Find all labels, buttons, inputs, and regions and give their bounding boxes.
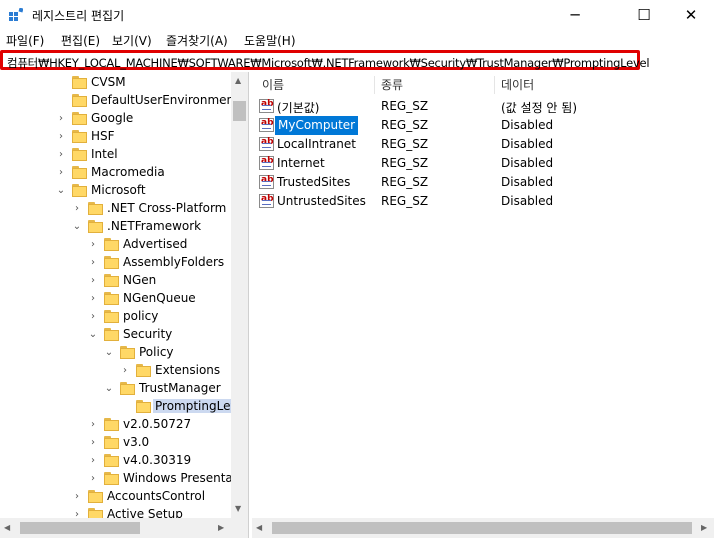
chevron-right-icon[interactable]: › (88, 236, 98, 254)
chevron-right-icon[interactable]: › (88, 308, 98, 326)
scroll-left-icon[interactable]: ◀ (256, 523, 262, 532)
folder-icon (72, 148, 87, 161)
scroll-down-icon[interactable]: ▼ (235, 504, 241, 513)
value-row[interactable]: ab LocalIntranet REG_SZ Disabled (252, 135, 714, 154)
scroll-right-icon[interactable]: ▶ (218, 523, 224, 532)
menu-bar: 파일(F) 편집(E) 보기(V) 즐겨찾기(A) 도움말(H) (0, 30, 714, 50)
chevron-right-icon[interactable]: › (88, 254, 98, 272)
minimize-button[interactable]: ─ (552, 0, 598, 30)
menu-view[interactable]: 보기(V) (112, 32, 152, 49)
folder-icon (104, 454, 119, 467)
chevron-down-icon[interactable]: ⌄ (56, 182, 66, 200)
folder-icon (104, 292, 119, 305)
value-row[interactable]: ab UntrustedSites REG_SZ Disabled (252, 192, 714, 211)
address-path[interactable]: 컴퓨터₩HKEY_LOCAL_MACHINE₩SOFTWARE₩Microsof… (7, 55, 650, 71)
string-value-icon: ab (259, 175, 274, 189)
folder-icon (72, 76, 87, 89)
maximize-button[interactable]: ☐ (621, 0, 667, 30)
chevron-down-icon[interactable]: ⌄ (88, 326, 98, 344)
string-value-icon: ab (259, 118, 274, 132)
string-value-icon: ab (259, 137, 274, 151)
chevron-right-icon[interactable]: › (120, 362, 130, 380)
key-tree: CVSM DefaultUserEnvironment › Google › HSF… (0, 72, 249, 538)
chevron-down-icon[interactable]: ⌄ (72, 218, 82, 236)
chevron-right-icon[interactable]: › (56, 164, 66, 182)
chevron-down-icon[interactable]: ⌄ (104, 344, 114, 362)
folder-icon (136, 364, 151, 377)
value-row[interactable]: ab TrustedSites REG_SZ Disabled (252, 173, 714, 192)
values-horizontal-scrollbar[interactable]: ◀ ▶ (252, 518, 714, 538)
scroll-right-icon[interactable]: ▶ (701, 523, 707, 532)
close-button[interactable]: ✕ (668, 0, 714, 30)
chevron-right-icon[interactable]: › (88, 452, 98, 470)
folder-icon (120, 382, 135, 395)
chevron-right-icon[interactable]: › (88, 272, 98, 290)
scroll-up-icon[interactable]: ▲ (235, 76, 241, 85)
address-bar[interactable]: 컴퓨터₩HKEY_LOCAL_MACHINE₩SOFTWARE₩Microsof… (0, 50, 650, 70)
column-divider[interactable] (374, 76, 375, 94)
folder-icon (104, 274, 119, 287)
chevron-right-icon[interactable]: › (56, 128, 66, 146)
chevron-right-icon[interactable]: › (88, 416, 98, 434)
scroll-thumb[interactable] (233, 101, 246, 121)
folder-icon (88, 202, 103, 215)
chevron-right-icon[interactable]: › (88, 434, 98, 452)
column-header-type[interactable]: 종류 (381, 74, 403, 96)
chevron-right-icon[interactable]: › (72, 488, 82, 506)
registry-editor-icon (9, 8, 23, 21)
folder-icon (104, 418, 119, 431)
menu-help[interactable]: 도움말(H) (244, 32, 296, 49)
folder-icon (104, 472, 119, 485)
folder-icon (136, 400, 151, 413)
chevron-right-icon[interactable]: › (56, 146, 66, 164)
folder-icon (104, 436, 119, 449)
folder-icon (120, 346, 135, 359)
folder-icon (72, 166, 87, 179)
string-value-icon: ab (259, 194, 274, 208)
chevron-right-icon[interactable]: › (88, 470, 98, 488)
menu-edit[interactable]: 편집(E) (61, 32, 100, 49)
scroll-left-icon[interactable]: ◀ (4, 523, 10, 532)
folder-icon (104, 310, 119, 323)
folder-icon (88, 220, 103, 233)
column-header-data[interactable]: 데이터 (501, 74, 534, 96)
string-value-icon: ab (259, 99, 274, 113)
scroll-thumb[interactable] (20, 522, 140, 534)
string-value-icon: ab (259, 156, 274, 170)
value-row[interactable]: ab Internet REG_SZ Disabled (252, 154, 714, 173)
folder-icon (104, 238, 119, 251)
folder-icon (72, 94, 87, 107)
folder-icon (104, 256, 119, 269)
folder-icon (72, 130, 87, 143)
menu-favorites[interactable]: 즐겨찾기(A) (166, 32, 228, 49)
value-row[interactable]: ab (기본값) REG_SZ (값 설정 안 됨) (252, 97, 714, 116)
scroll-thumb[interactable] (272, 522, 692, 534)
column-header-name[interactable]: 이름 (262, 74, 284, 96)
title-bar: 레지스트리 편집기 ─ ☐ ✕ (0, 0, 714, 30)
values-list: 이름 종류 데이터 ab (기본값) REG_SZ (값 설정 안 됨) ab … (252, 72, 714, 538)
folder-icon (72, 184, 87, 197)
menu-file[interactable]: 파일(F) (6, 32, 44, 49)
folder-icon (88, 490, 103, 503)
value-row[interactable]: ab MyComputer REG_SZ Disabled (252, 116, 714, 135)
window-title: 레지스트리 편집기 (32, 9, 125, 23)
tree-horizontal-scrollbar[interactable]: ◀ ▶ (0, 518, 248, 538)
tree-vertical-scrollbar[interactable]: ▲ ▼ (231, 72, 248, 518)
chevron-down-icon[interactable]: ⌄ (104, 380, 114, 398)
chevron-right-icon[interactable]: › (88, 290, 98, 308)
folder-icon (72, 112, 87, 125)
chevron-right-icon[interactable]: › (56, 110, 66, 128)
column-divider[interactable] (494, 76, 495, 94)
chevron-right-icon[interactable]: › (72, 200, 82, 218)
folder-icon (104, 328, 119, 341)
